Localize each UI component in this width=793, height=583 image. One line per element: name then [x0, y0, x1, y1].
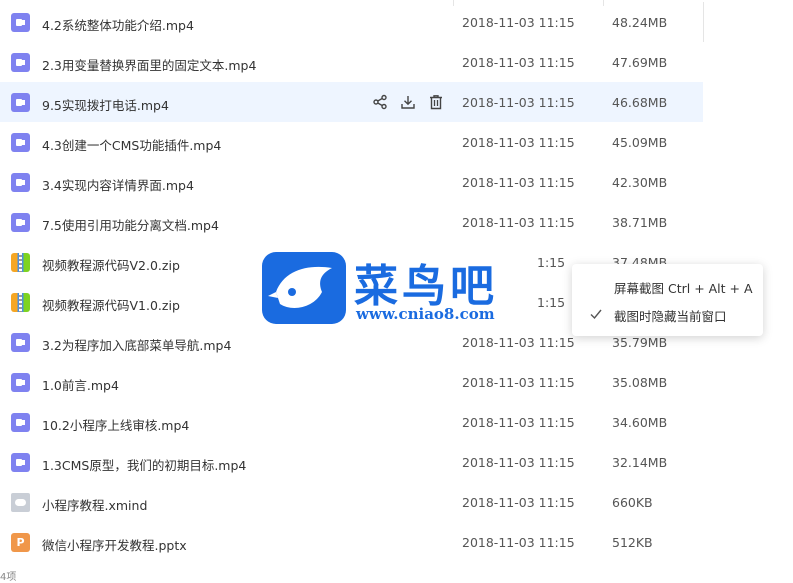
file-row[interactable]: 1.0前言.mp4 2018-11-03 11:15 35.08MB	[0, 362, 703, 402]
watermark-url: www.cniao8.com	[356, 305, 495, 323]
file-name: 4.3创建一个CMS功能插件.mp4	[42, 138, 222, 153]
file-size: 45.09MB	[612, 135, 668, 150]
menu-item-hide-window[interactable]: 截图时隐藏当前窗口	[614, 306, 727, 325]
file-row[interactable]: 小程序教程.xmind 2018-11-03 11:15 660KB	[0, 482, 703, 522]
video-file-icon	[11, 213, 30, 232]
file-size: 47.69MB	[612, 55, 668, 70]
file-row[interactable]: 2.3用变量替换界面里的固定文本.mp4 2018-11-03 11:15 47…	[0, 42, 703, 82]
file-date: 2018-11-03 11:15	[462, 95, 575, 110]
file-name: 小程序教程.xmind	[42, 498, 148, 513]
file-date: 2018-11-03 11:15	[462, 535, 575, 550]
file-row[interactable]: 4.3创建一个CMS功能插件.mp4 2018-11-03 11:15 45.0…	[0, 122, 703, 162]
video-file-icon	[11, 173, 30, 192]
checkmark-icon	[590, 309, 602, 320]
file-name: 1.3CMS原型，我们的初期目标.mp4	[42, 458, 247, 473]
file-date: 2018-11-03 11:15	[462, 215, 575, 230]
file-size: 48.24MB	[612, 15, 668, 30]
download-icon[interactable]	[400, 94, 416, 110]
file-row[interactable]: 7.5使用引用功能分离文档.mp4 2018-11-03 11:15 38.71…	[0, 202, 703, 242]
video-file-icon	[11, 373, 30, 392]
file-row[interactable]: P 微信小程序开发教程.pptx 2018-11-03 11:15 512KB	[0, 522, 703, 562]
row-actions	[372, 94, 444, 110]
file-name: 微信小程序开发教程.pptx	[42, 538, 187, 553]
menu-item-screenshot[interactable]: 屏幕截图 Ctrl + Alt + A	[614, 278, 753, 297]
file-name: 1.0前言.mp4	[42, 378, 119, 393]
video-file-icon	[11, 413, 30, 432]
file-name: 9.5实现拨打电话.mp4	[42, 98, 169, 113]
file-name: 10.2小程序上线审核.mp4	[42, 418, 190, 433]
ppt-file-icon: P	[11, 533, 30, 552]
file-name: 3.2为程序加入底部菜单导航.mp4	[42, 338, 232, 353]
file-name: 视频教程源代码V1.0.zip	[42, 298, 180, 313]
delete-icon[interactable]	[428, 94, 444, 110]
file-date: 2018-11-03 11:15	[462, 55, 575, 70]
file-name: 视频教程源代码V2.0.zip	[42, 258, 180, 273]
mindmap-file-icon	[11, 493, 30, 512]
watermark: 菜鸟吧 www.cniao8.com	[262, 250, 542, 330]
file-date: 2018-11-03 11:15	[462, 375, 575, 390]
file-name: 4.2系统整体功能介绍.mp4	[42, 18, 194, 33]
file-date: 2018-11-03 11:15	[462, 175, 575, 190]
column-divider	[703, 2, 704, 42]
video-file-icon	[11, 333, 30, 352]
file-row[interactable]: 4.2系统整体功能介绍.mp4 2018-11-03 11:15 48.24MB	[0, 2, 704, 42]
share-icon[interactable]	[372, 94, 388, 110]
file-size: 38.71MB	[612, 215, 668, 230]
bird-logo-icon	[262, 252, 346, 324]
file-size: 35.79MB	[612, 335, 668, 350]
zip-file-icon	[11, 253, 30, 272]
file-date: 2018-11-03 11:15	[462, 135, 575, 150]
file-row[interactable]: 9.5实现拨打电话.mp4 2018-11-03 11:15 46.68MB	[0, 82, 703, 122]
context-menu: 屏幕截图 Ctrl + Alt + A 截图时隐藏当前窗口	[572, 264, 763, 336]
video-file-icon	[11, 93, 30, 112]
file-name: 3.4实现内容详情界面.mp4	[42, 178, 194, 193]
file-size: 46.68MB	[612, 95, 668, 110]
file-size: 34.60MB	[612, 415, 668, 430]
file-name: 2.3用变量替换界面里的固定文本.mp4	[42, 58, 257, 73]
file-date: 2018-11-03 11:15	[462, 455, 575, 470]
file-row[interactable]: 3.4实现内容详情界面.mp4 2018-11-03 11:15 42.30MB	[0, 162, 703, 202]
file-date: 2018-11-03 11:15	[462, 335, 575, 350]
video-file-icon	[11, 13, 30, 32]
file-size: 42.30MB	[612, 175, 668, 190]
video-file-icon	[11, 453, 30, 472]
file-name: 7.5使用引用功能分离文档.mp4	[42, 218, 219, 233]
zip-file-icon	[11, 293, 30, 312]
file-size: 32.14MB	[612, 455, 668, 470]
file-row[interactable]: 1.3CMS原型，我们的初期目标.mp4 2018-11-03 11:15 32…	[0, 442, 703, 482]
file-date: 2018-11-03 11:15	[462, 15, 575, 30]
video-file-icon	[11, 53, 30, 72]
file-size: 660KB	[612, 495, 653, 510]
file-size: 35.08MB	[612, 375, 668, 390]
file-row[interactable]: 10.2小程序上线审核.mp4 2018-11-03 11:15 34.60MB	[0, 402, 703, 442]
item-count: 4项	[0, 572, 17, 583]
video-file-icon	[11, 133, 30, 152]
file-size: 512KB	[612, 535, 653, 550]
file-date: 2018-11-03 11:15	[462, 415, 575, 430]
file-date: 2018-11-03 11:15	[462, 495, 575, 510]
